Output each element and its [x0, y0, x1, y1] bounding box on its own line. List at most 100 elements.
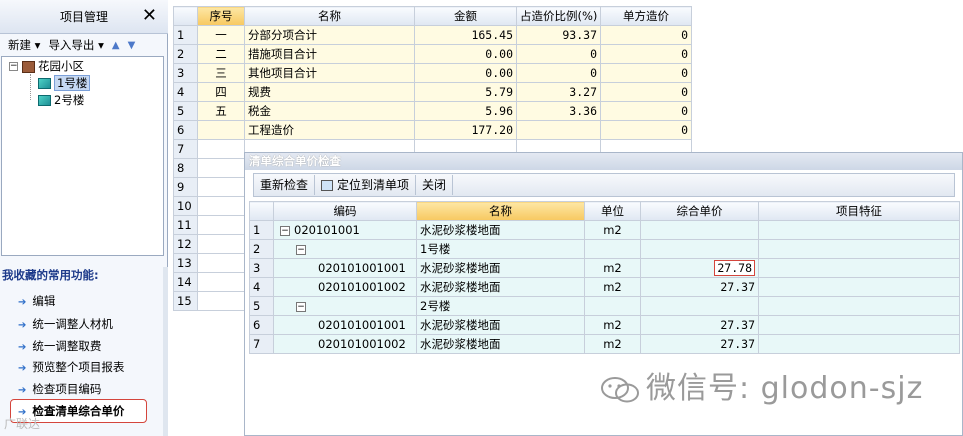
table-cell[interactable] [197, 234, 245, 254]
collapse-icon[interactable]: − [296, 301, 306, 312]
row-number[interactable]: 7 [173, 139, 198, 159]
row-number[interactable]: 6 [173, 120, 198, 140]
unit-price-cell[interactable]: 27.37 [640, 334, 759, 354]
collapse-icon[interactable]: − [296, 244, 306, 255]
table-row[interactable]: 4 四规费 5.79 3.27 0 [173, 82, 692, 102]
feature-cell[interactable] [758, 296, 960, 316]
column-header[interactable]: 名称 [244, 6, 415, 26]
unit-cell[interactable]: m2 [584, 220, 641, 240]
table-row[interactable]: 6 工程造价 177.20 0 [173, 120, 692, 140]
table-cell[interactable]: 5.79 [414, 82, 517, 102]
unit-cell[interactable]: m2 [584, 277, 641, 297]
feature-cell[interactable] [758, 315, 960, 335]
table-row[interactable]: 1 一分部分项合计 165.45 93.37 0 [173, 25, 692, 45]
code-cell[interactable]: − [273, 296, 417, 316]
table-cell[interactable]: 5.96 [414, 101, 517, 121]
row-number[interactable]: 10 [173, 196, 198, 216]
tree-item-building-1[interactable]: 1号楼 [38, 75, 91, 91]
table-cell[interactable]: 其他项目合计 [244, 63, 415, 83]
row-number[interactable]: 2 [249, 239, 274, 259]
table-row[interactable]: 2 − 1号楼 [249, 239, 960, 259]
tree-item-building-2[interactable]: 2号楼 [38, 92, 84, 108]
column-header[interactable]: 综合单价 [640, 201, 759, 221]
tree-root[interactable]: 花园小区 [22, 58, 84, 74]
table-cell[interactable]: 0.00 [414, 63, 517, 83]
row-number[interactable]: 4 [249, 277, 274, 297]
row-number[interactable]: 7 [249, 334, 274, 354]
table-cell[interactable]: 93.37 [516, 25, 601, 45]
row-number[interactable]: 13 [173, 253, 198, 273]
table-cell[interactable]: 0 [516, 63, 601, 83]
table-cell[interactable] [197, 120, 245, 140]
collapse-icon[interactable]: − [9, 62, 18, 71]
table-cell[interactable]: 0 [516, 44, 601, 64]
unit-price-cell[interactable]: 27.37 [640, 315, 759, 335]
feature-cell[interactable] [758, 277, 960, 297]
feature-cell[interactable] [758, 334, 960, 354]
table-cell[interactable]: 0 [600, 44, 692, 64]
table-cell[interactable]: 分部分项合计 [244, 25, 415, 45]
table-cell[interactable] [197, 253, 245, 273]
name-cell[interactable]: 水泥砂浆楼地面 [416, 277, 585, 297]
table-cell[interactable]: 0 [600, 63, 692, 83]
table-row[interactable]: 4 020101001002 水泥砂浆楼地面 m2 27.37 [249, 277, 960, 297]
table-cell[interactable]: 规费 [244, 82, 415, 102]
table-cell[interactable]: 二 [197, 44, 245, 64]
column-header[interactable]: 项目特征 [758, 201, 960, 221]
row-number[interactable]: 1 [173, 25, 198, 45]
favorite-adjust-materials[interactable]: ➔ 统一调整人材机 [18, 315, 113, 333]
column-header[interactable]: 单位 [584, 201, 641, 221]
locate-button[interactable]: 定位到清单项 [315, 175, 417, 195]
code-cell[interactable]: −020101001 [273, 220, 417, 240]
feature-cell[interactable] [758, 239, 960, 259]
row-number[interactable]: 14 [173, 272, 198, 292]
row-number[interactable]: 3 [173, 63, 198, 83]
code-cell[interactable]: 020101001002 [273, 277, 417, 297]
table-cell[interactable]: 四 [197, 82, 245, 102]
name-cell[interactable]: 水泥砂浆楼地面 [416, 220, 585, 240]
unit-cell[interactable] [584, 239, 641, 259]
table-cell[interactable] [197, 272, 245, 292]
code-cell[interactable]: − [273, 239, 417, 259]
table-row[interactable]: 3 020101001001 水泥砂浆楼地面 m2 27.78 [249, 258, 960, 278]
unit-cell[interactable]: m2 [584, 315, 641, 335]
row-number[interactable]: 5 [249, 296, 274, 316]
column-header[interactable]: 序号 [197, 6, 245, 26]
column-header[interactable] [249, 201, 274, 221]
table-cell[interactable]: 177.20 [414, 120, 517, 140]
table-row[interactable]: 3 三其他项目合计 0.00 0 0 [173, 63, 692, 83]
code-cell[interactable]: 020101001001 [273, 315, 417, 335]
table-row[interactable]: 6 020101001001 水泥砂浆楼地面 m2 27.37 [249, 315, 960, 335]
table-row[interactable]: 5 − 2号楼 [249, 296, 960, 316]
row-number[interactable]: 12 [173, 234, 198, 254]
favorite-preview-report[interactable]: ➔ 预览整个项目报表 [18, 358, 124, 376]
row-number[interactable]: 3 [249, 258, 274, 278]
table-row[interactable]: 1−020101001 水泥砂浆楼地面 m2 [249, 220, 960, 240]
close-button[interactable]: 关闭 [416, 175, 454, 195]
table-cell[interactable] [197, 139, 245, 159]
column-header[interactable]: 编码 [273, 201, 417, 221]
column-header[interactable] [173, 6, 198, 26]
name-cell[interactable]: 水泥砂浆楼地面 [416, 334, 585, 354]
row-number[interactable]: 5 [173, 101, 198, 121]
unit-cell[interactable] [584, 296, 641, 316]
table-cell[interactable] [197, 215, 245, 235]
unit-price-cell[interactable]: 27.37 [640, 277, 759, 297]
move-up-icon[interactable]: ▲ [112, 40, 120, 51]
favorite-check-code[interactable]: ➔ 检查项目编码 [18, 380, 101, 398]
row-number[interactable]: 1 [249, 220, 274, 240]
table-cell[interactable]: 工程造价 [244, 120, 415, 140]
unit-price-cell[interactable] [640, 239, 759, 259]
table-cell[interactable]: 165.45 [414, 25, 517, 45]
table-cell[interactable]: 0 [600, 82, 692, 102]
move-down-icon[interactable]: ▼ [128, 40, 136, 51]
table-cell[interactable] [197, 177, 245, 197]
table-cell[interactable] [197, 158, 245, 178]
row-number[interactable]: 9 [173, 177, 198, 197]
close-icon[interactable]: ✕ [142, 6, 157, 26]
feature-cell[interactable] [758, 258, 960, 278]
row-number[interactable]: 8 [173, 158, 198, 178]
import-export-menu-button[interactable]: 导入导出 ▾ [48, 37, 103, 53]
feature-cell[interactable] [758, 220, 960, 240]
column-header[interactable]: 名称 [416, 201, 585, 221]
